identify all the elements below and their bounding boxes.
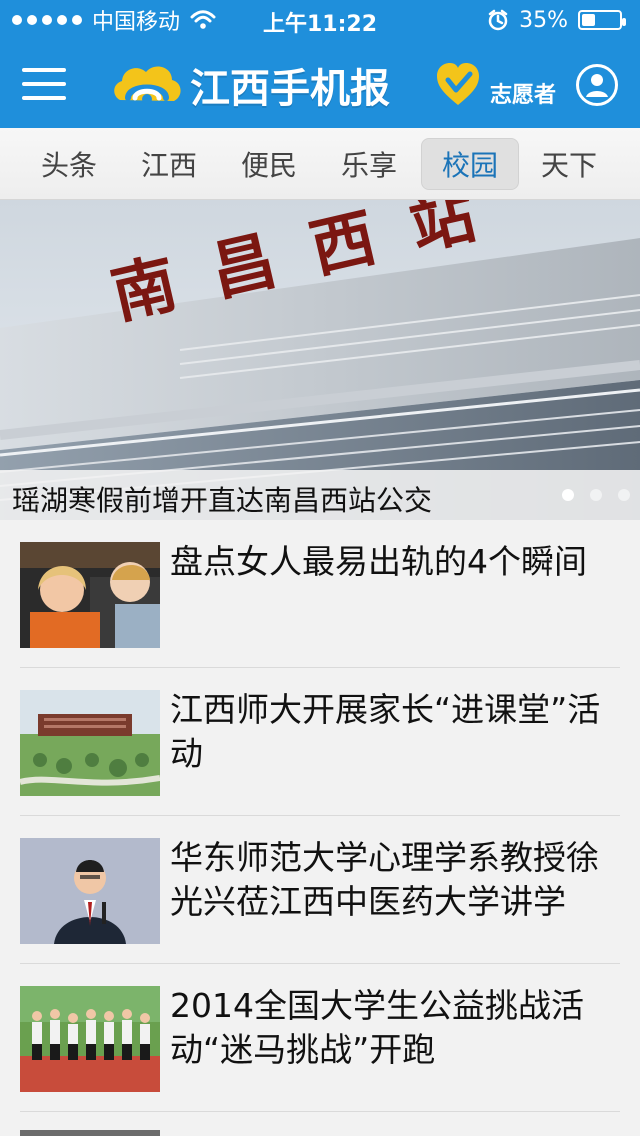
battery-level-fill [582,14,595,26]
tab-world[interactable]: 天下 [520,138,618,190]
volunteer-label: 志愿者 [490,83,557,108]
hero-banner[interactable]: 南昌西站 瑶湖寒假前增开直达南昌西站公交 [0,200,640,520]
tab-convenience[interactable]: 便民 [220,138,318,190]
menu-button[interactable] [22,62,66,106]
status-bar: 中国移动 上午11:22 35% [0,0,640,40]
news-item[interactable]: 江西师大开展家长“进课堂”活动 [20,668,620,816]
news-thumbnail-people [20,542,160,648]
carousel-dot[interactable] [590,489,602,501]
status-right: 35% [487,6,626,34]
app-logo: 江西手机报 [110,50,410,120]
app-bar: 江西手机报 志愿者 [0,40,640,128]
alarm-icon [487,9,509,31]
app-title: 江西手机报 [190,66,390,112]
news-title: 盘点女人最易出轨的4个瞬间 [170,542,587,581]
logo-mark-icon [110,56,184,114]
tab-jiangxi[interactable]: 江西 [120,138,218,190]
category-tabs: 头条 江西 便民 乐享 校园 天下 [0,128,640,200]
menu-bar-1 [22,68,66,72]
news-thumbnail-campus [20,690,160,796]
tab-campus[interactable]: 校园 [421,138,519,190]
news-item-partial [20,1112,620,1136]
news-title: 华东师范大学心理学系教授徐光兴莅江西中医药大学讲学 [170,838,599,921]
menu-bar-2 [22,82,66,86]
hero-caption-bar: 瑶湖寒假前增开直达南昌西站公交 [0,470,640,520]
news-list: 盘点女人最易出轨的4个瞬间 江西师大开展家长“进课堂”活动 华东师范大学心理学系… [0,520,640,1136]
news-thumbnail-runners [20,986,160,1092]
carousel-pagination [562,489,630,501]
carousel-dot[interactable] [618,489,630,501]
hero-caption: 瑶湖寒假前增开直达南昌西站公交 [12,484,433,517]
news-item[interactable]: 2014全国大学生公益挑战活动“迷马挑战”开跑 [20,964,620,1112]
battery-percent: 35% [519,7,568,33]
volunteer-heart-icon [432,58,484,110]
user-icon [586,74,608,97]
news-thumbnail-partial [20,1130,160,1136]
user-profile-button[interactable] [576,64,618,106]
carousel-dot[interactable] [562,489,574,501]
menu-bar-3 [22,96,66,100]
volunteer-button[interactable]: 志愿者 [432,56,556,112]
tab-headlines[interactable]: 头条 [20,138,118,190]
tab-leisure[interactable]: 乐享 [320,138,418,190]
news-thumbnail-lecture [20,838,160,944]
battery-icon [578,10,626,30]
news-item[interactable]: 盘点女人最易出轨的4个瞬间 [20,520,620,668]
news-item[interactable]: 华东师范大学心理学系教授徐光兴莅江西中医药大学讲学 [20,816,620,964]
news-title: 2014全国大学生公益挑战活动“迷马挑战”开跑 [170,986,584,1069]
news-title: 江西师大开展家长“进课堂”活动 [170,690,601,773]
